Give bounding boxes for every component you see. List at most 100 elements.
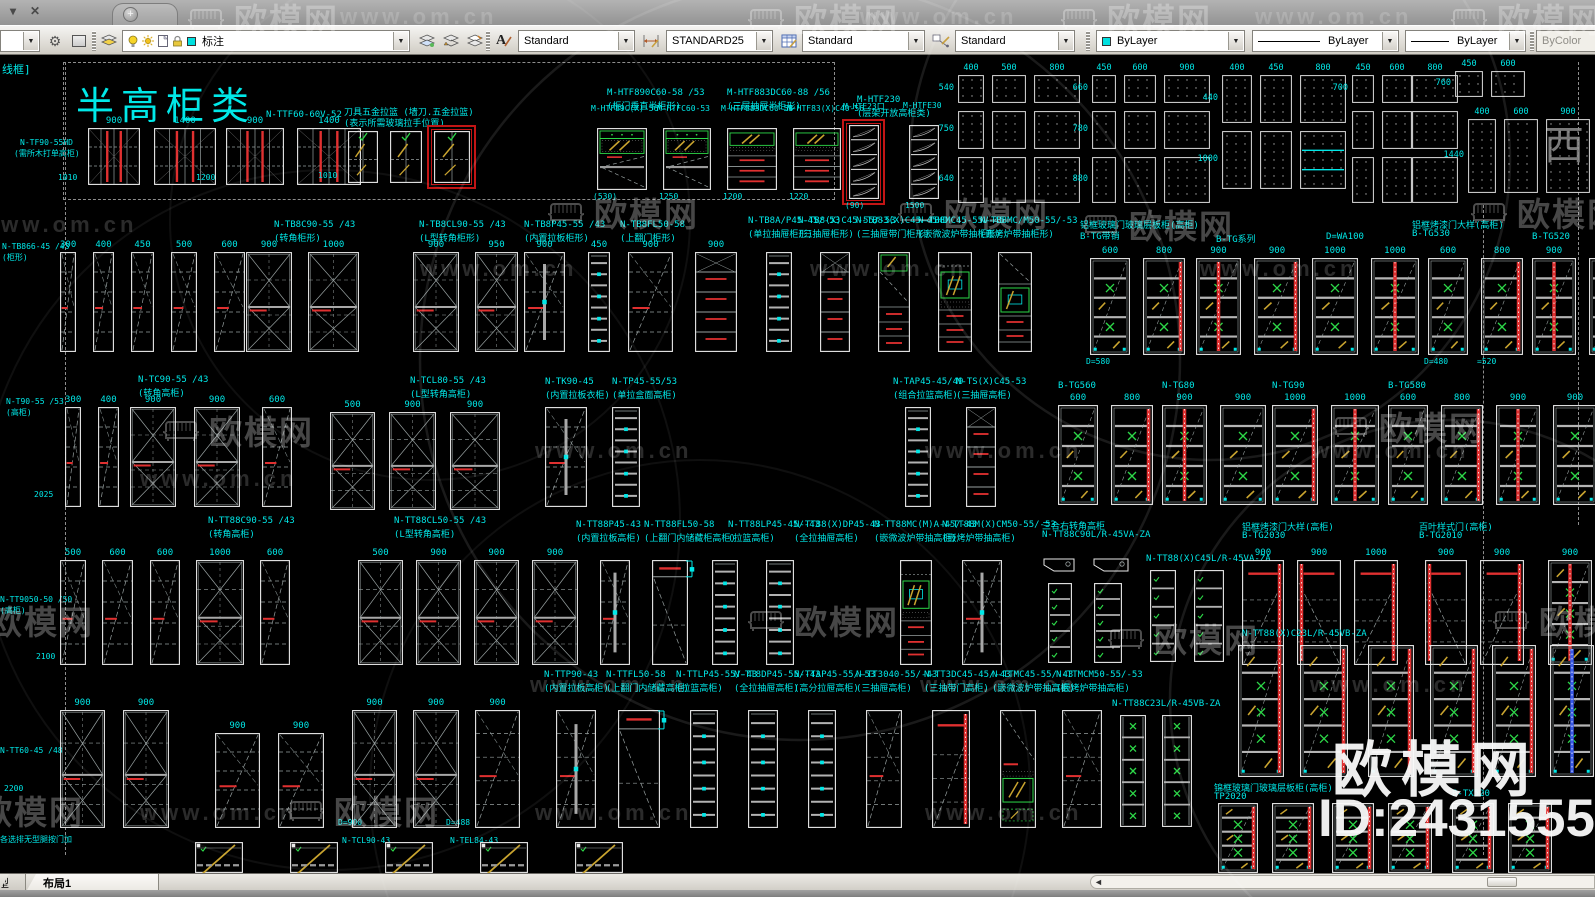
horizontal-scrollbar[interactable]: ◄ <box>1090 875 1595 889</box>
dropdown-arrow-icon[interactable]: ▼ <box>1509 32 1524 50</box>
dropdown-arrow-icon[interactable]: ▼ <box>618 32 633 50</box>
viewport-freeze-icon[interactable] <box>158 35 168 47</box>
cabinet-drawing <box>1272 803 1314 873</box>
dimension-label: 540 <box>922 84 954 93</box>
cabinet-label: N-TK90-45 <box>545 377 594 387</box>
layer-color-swatch[interactable] <box>187 37 196 46</box>
drawing-canvas[interactable]: 线框] 半高柜类 西 N-TF90-55HD(需所木打单高柜)N-TB866-4… <box>0 55 1595 873</box>
cabinet-drawing <box>1048 583 1072 663</box>
text-style-combo[interactable]: Standard ▼ <box>518 30 635 52</box>
dim-style-combo[interactable]: STANDARD25 ▼ <box>666 30 773 52</box>
text-style-icon[interactable]: A <box>492 30 516 52</box>
dropdown-arrow-icon[interactable]: ▼ <box>23 32 38 50</box>
cabinet-label: N-TCL80-55 /43 <box>410 376 486 386</box>
layer-combo[interactable]: 标注 ▼ <box>122 30 410 52</box>
selection-highlight-box <box>842 119 885 205</box>
cabinet-drawing <box>195 842 243 873</box>
lineweight-combo[interactable]: ByLayer ▼ <box>1405 30 1526 52</box>
dimension-label: 700 <box>1316 84 1348 93</box>
dropdown-arrow-icon[interactable]: ▼ <box>1058 32 1073 50</box>
cabinet-drawing <box>1254 258 1300 355</box>
table-style-icon[interactable] <box>778 30 800 52</box>
linetype-combo[interactable]: ByLayer ▼ <box>1252 30 1399 52</box>
dotted-panel <box>958 75 984 103</box>
cabinet-label: N-TB8CL90-55 /43 <box>419 220 506 230</box>
gear-icon[interactable]: ⚙ <box>44 30 66 52</box>
dimension-label: 400 <box>98 395 119 405</box>
dimension-label: 900 <box>123 698 169 708</box>
dimension-label: 300 <box>60 240 76 250</box>
plot-style-combo[interactable]: ByColor <box>1536 30 1595 52</box>
dimension-label: 900 <box>1164 64 1210 73</box>
mleader-style-combo[interactable]: Standard ▼ <box>955 30 1075 52</box>
dimension-label: 900 <box>1589 246 1595 256</box>
dropdown-arrow-icon[interactable]: ▼ <box>756 32 771 50</box>
dotted-panel <box>1222 131 1252 189</box>
layer-properties-icon[interactable] <box>98 30 120 52</box>
dropdown-arrow-icon[interactable]: ▼ <box>393 32 408 50</box>
dim-style-icon[interactable] <box>640 30 662 52</box>
layer-previous-icon[interactable] <box>440 30 462 52</box>
scroll-left-icon[interactable]: ◄ <box>1094 877 1103 887</box>
dimension-label: 900 <box>450 400 500 410</box>
dimension-label: 900 <box>1532 246 1576 256</box>
cabinet-label: (三抽屉高柜) <box>856 681 912 694</box>
cabinet-drawing <box>226 128 284 185</box>
toolbar-grip[interactable] <box>1530 31 1534 51</box>
cabinet-label: N-TB8P45-55 /43 <box>524 220 605 230</box>
color-combo[interactable]: ByLayer ▼ <box>1096 30 1245 52</box>
dimension-label: 900 <box>215 721 260 731</box>
dimension-label: 1200 <box>196 173 215 182</box>
dimension-label: 1000 <box>1312 246 1358 256</box>
cabinet-label: (高分拉屉高柜) <box>794 681 859 694</box>
tab-model[interactable]: 模型 <box>0 874 26 890</box>
workspace-settings-icon[interactable] <box>68 30 90 52</box>
cabinet-label: (内置拉板高柜) <box>544 681 609 694</box>
toolbar-grip[interactable] <box>1086 31 1090 51</box>
linetype-sample <box>1258 41 1320 42</box>
cabinet-drawing <box>690 710 718 828</box>
table-style-combo[interactable]: Standard ▼ <box>802 30 925 52</box>
cabinet-drawing <box>900 560 932 665</box>
dropdown-arrow-icon[interactable]: ▼ <box>1382 32 1397 50</box>
scrollbar-thumb[interactable] <box>1487 877 1517 887</box>
dimension-label: 600 <box>262 395 292 405</box>
layer-state-icon[interactable] <box>416 30 438 52</box>
cabinet-code-label: M-HTF89C(X)-56 <box>591 104 658 113</box>
dimension-label: 600 <box>1504 108 1538 117</box>
cabinet-drawing <box>532 560 578 665</box>
viewport-control-label[interactable]: 线框] <box>2 61 31 77</box>
layer-isolate-icon[interactable] <box>464 30 486 52</box>
cabinet-label: (嵌烤炉带抽高柜) <box>942 531 1016 544</box>
sun-icon[interactable] <box>142 35 154 47</box>
lock-icon[interactable] <box>172 35 183 47</box>
dotted-panel <box>1124 75 1156 103</box>
dropdown-arrow-icon[interactable]: ▼ <box>1228 32 1243 50</box>
collapse-icon[interactable]: ▾ <box>10 4 16 18</box>
close-icon[interactable]: ✕ <box>30 4 40 18</box>
dimension-label: 1440 <box>1432 151 1464 160</box>
workspace-combo[interactable]: ▼ <box>0 30 40 52</box>
tab-layout1[interactable]: 布局1 <box>27 874 159 890</box>
toolbar-grip[interactable] <box>92 31 96 51</box>
dimension-label: 600 <box>1388 393 1428 403</box>
dotted-panel <box>1124 111 1156 149</box>
cabinet-drawing <box>290 842 338 873</box>
dotted-panel <box>1468 119 1496 193</box>
cabinet-drawing <box>60 560 86 665</box>
dropdown-arrow-icon[interactable]: ▼ <box>908 32 923 50</box>
dimension-label: 660 <box>1056 84 1088 93</box>
cabinet-drawing <box>1000 710 1036 828</box>
dimension-label: 950 <box>475 240 518 250</box>
cad-text: (高柜) <box>0 607 26 616</box>
dimension-label: 400 <box>958 64 984 73</box>
bulb-icon[interactable] <box>128 35 138 48</box>
dotted-panel <box>1504 119 1538 193</box>
mleader-style-icon[interactable] <box>930 30 952 52</box>
cabinet-drawing <box>1090 258 1130 355</box>
cabinet-label: (嵌烤炉带抽高柜) <box>1056 681 1130 694</box>
dotted-panel <box>1352 111 1374 149</box>
dimension-label: 900 <box>1425 548 1467 558</box>
panel-tab[interactable]: + <box>112 3 178 25</box>
toolbar-grip[interactable] <box>486 31 490 51</box>
